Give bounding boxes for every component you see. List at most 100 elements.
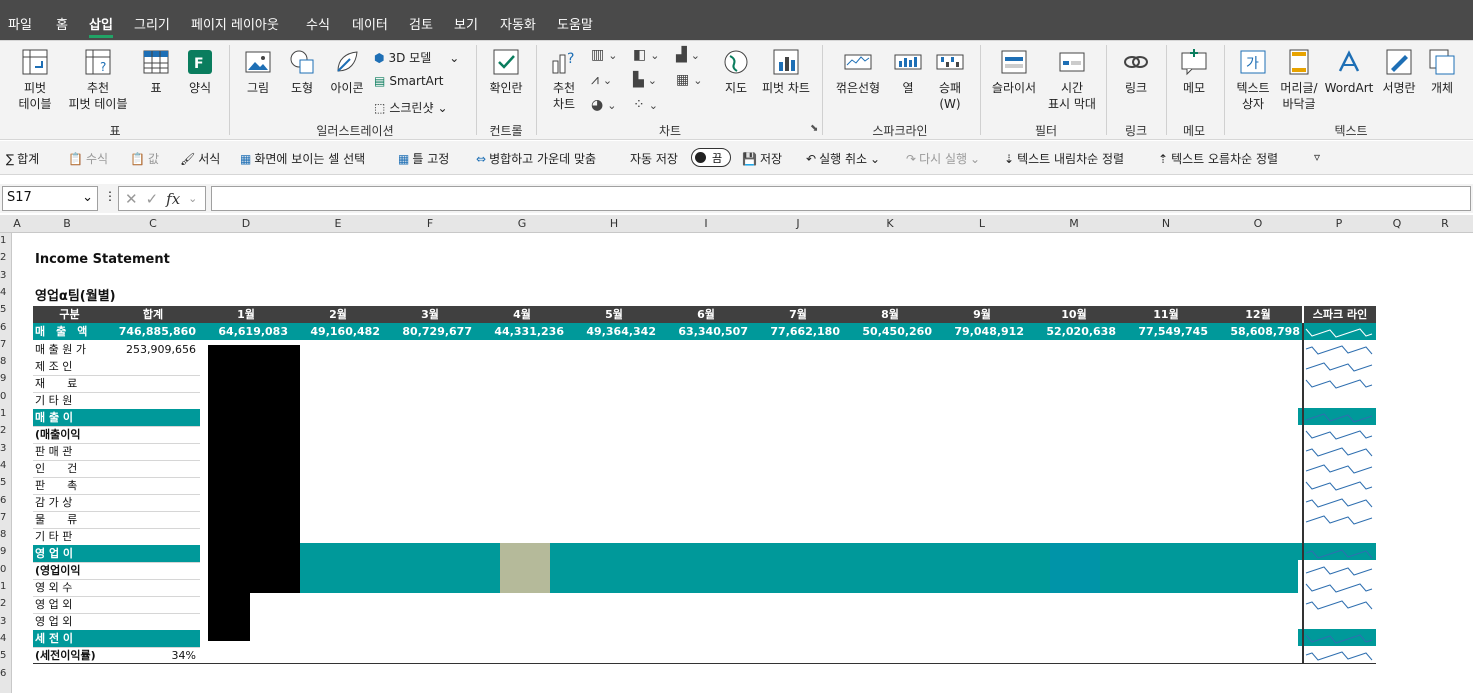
header-footer-button[interactable]: 머리글/ 바닥글 — [1276, 47, 1322, 112]
column-header-g[interactable]: G — [476, 217, 568, 230]
name-box[interactable]: S17 ⌄ — [2, 186, 98, 211]
row-header[interactable]: 1 — [0, 235, 6, 246]
column-header-d[interactable]: D — [200, 217, 292, 230]
tab-data[interactable]: 데이터 — [352, 14, 388, 33]
3d-model-button[interactable]: ⬢ 3D 모델 ⌄ — [374, 49, 459, 66]
column-header-r[interactable]: R — [1420, 217, 1470, 230]
row-header[interactable]: 3 — [0, 616, 6, 627]
column-header-o[interactable]: O — [1212, 217, 1304, 230]
row-header[interactable]: 8 — [0, 356, 6, 367]
row-header[interactable]: 3 — [0, 270, 6, 281]
confirm-icon[interactable]: ✓ — [146, 190, 159, 208]
merge-center-button[interactable]: ⇔ 병합하고 가운데 맞춤 — [476, 150, 596, 167]
column-chart-button[interactable]: ▥ ⌄ — [591, 47, 617, 63]
row-header[interactable]: 0 — [0, 564, 6, 575]
redo-button[interactable]: ↷ 다시 실행 ⌄ — [906, 150, 980, 167]
timeline-button[interactable]: 시간 표시 막대 — [1044, 47, 1100, 112]
row-header[interactable]: 6 — [0, 668, 6, 679]
row-header[interactable]: 2 — [0, 252, 6, 263]
hierarchy-chart-button[interactable]: ◧ ⌄ — [633, 47, 659, 63]
waterfall-chart-button[interactable]: ▟ ⌄ — [676, 47, 700, 63]
paste-format-button[interactable]: 🖌 서식 — [180, 150, 220, 167]
pivot-table-button[interactable]: 피벗 테이블 — [10, 47, 60, 112]
paste-value-button[interactable]: 📋 값 — [130, 150, 159, 167]
column-header-c[interactable]: C — [106, 217, 200, 230]
tab-formulas[interactable]: 수식 — [306, 14, 330, 33]
row-header[interactable]: 3 — [0, 443, 6, 454]
sparkline-winloss-button[interactable]: 승패 (W) — [932, 47, 968, 112]
tab-review[interactable]: 검토 — [409, 14, 433, 33]
row-header[interactable]: 9 — [0, 546, 6, 557]
recommended-pivot-button[interactable]: ? 추천 피벗 테이블 — [66, 47, 130, 112]
slicer-button[interactable]: 슬라이서 — [986, 47, 1042, 96]
row-header[interactable]: 6 — [0, 495, 6, 506]
tab-draw[interactable]: 그리기 — [134, 14, 170, 33]
row-header[interactable]: 4 — [0, 287, 6, 298]
column-header-l[interactable]: L — [936, 217, 1028, 230]
shapes-button[interactable]: 도형 — [282, 47, 322, 96]
row-header[interactable]: 1 — [0, 581, 6, 592]
row-header[interactable]: 8 — [0, 529, 6, 540]
pivot-chart-button[interactable]: 피벗 차트 — [758, 47, 814, 96]
column-header-k[interactable]: K — [844, 217, 936, 230]
row-header[interactable]: 1 — [0, 408, 6, 419]
screenshot-button[interactable]: ⬚ 스크린샷 ⌄ — [374, 99, 448, 116]
formula-input[interactable] — [211, 186, 1471, 211]
column-header-i[interactable]: I — [660, 217, 752, 230]
freeze-panes-button[interactable]: ▦ 틀 고정 — [398, 150, 449, 167]
undo-button[interactable]: ↶ 실행 취소 ⌄ — [806, 150, 880, 167]
sum-button[interactable]: ∑ 합계 — [6, 150, 39, 167]
recommended-charts-button[interactable]: ? 추천 차트 — [544, 47, 584, 112]
sparkline-line-button[interactable]: 꺾은선형 — [830, 47, 886, 96]
pictures-button[interactable]: 그림 — [238, 47, 278, 96]
tab-insert[interactable]: 삽입 — [89, 14, 113, 38]
worksheet-grid[interactable]: Income Statement 영업α팀(월별) 구분 합계 1월 2월 3월 4월… — [12, 233, 1473, 693]
signature-line-button[interactable]: 서명란 — [1376, 47, 1422, 96]
function-icon[interactable]: fx — [166, 190, 180, 208]
column-header-n[interactable]: N — [1120, 217, 1212, 230]
tab-view[interactable]: 보기 — [454, 14, 478, 33]
row-header[interactable]: 6 — [0, 322, 6, 333]
tab-help[interactable]: 도움말 — [557, 14, 593, 33]
scatter-chart-button[interactable]: ⁘ ⌄ — [633, 97, 658, 113]
icons-button[interactable]: 아이콘 — [324, 47, 370, 96]
row-header[interactable]: 5 — [0, 650, 6, 661]
comment-button[interactable]: 메모 — [1172, 47, 1216, 96]
row-header[interactable]: 2 — [0, 598, 6, 609]
row-header[interactable]: 7 — [0, 339, 6, 350]
statistic-chart-button[interactable]: ▙ ⌄ — [633, 72, 657, 88]
forms-button[interactable]: F 양식 — [182, 47, 218, 96]
combo-chart-button[interactable]: ▦ ⌄ — [676, 72, 702, 88]
column-header-p[interactable]: P — [1304, 217, 1374, 230]
sparkline-column-button[interactable]: 열 — [890, 47, 926, 96]
paste-formula-button[interactable]: 📋 수식 — [68, 150, 108, 167]
autosave-toggle[interactable]: 끔 — [691, 148, 731, 167]
column-header-b[interactable]: B — [22, 217, 112, 230]
smartart-button[interactable]: ▤ SmartArt — [374, 74, 444, 88]
sort-descending-button[interactable]: ⇣ 텍스트 내림차순 정렬 — [1004, 150, 1124, 167]
row-header[interactable]: 7 — [0, 512, 6, 523]
line-chart-button[interactable]: ⩘ ⌄ — [591, 72, 612, 88]
row-header[interactable]: 9 — [0, 373, 6, 384]
customize-qat-icon[interactable]: ▿ — [1314, 150, 1320, 164]
column-header-e[interactable]: E — [292, 217, 384, 230]
table-button[interactable]: 표 — [138, 47, 174, 96]
row-header[interactable]: 4 — [0, 633, 6, 644]
tab-home[interactable]: 홈 — [56, 14, 68, 33]
sort-ascending-button[interactable]: ⇡ 텍스트 오름차순 정렬 — [1158, 150, 1278, 167]
row-header[interactable]: 5 — [0, 477, 6, 488]
tab-page-layout[interactable]: 페이지 레이아웃 — [191, 14, 279, 33]
select-visible-cells-button[interactable]: ▦ 화면에 보이는 셀 선택 — [240, 150, 365, 167]
tab-automate[interactable]: 자동화 — [500, 14, 536, 33]
cancel-icon[interactable]: ✕ — [125, 190, 138, 208]
more-options-icon[interactable]: ⋮ — [104, 189, 116, 203]
column-header-q[interactable]: Q — [1374, 217, 1420, 230]
link-button[interactable]: 링크 — [1114, 47, 1158, 96]
maps-button[interactable]: 지도 — [716, 47, 756, 96]
column-header-f[interactable]: F — [384, 217, 476, 230]
tab-file[interactable]: 파일 — [8, 14, 32, 33]
column-header-a[interactable]: A — [12, 217, 22, 230]
row-header[interactable]: 2 — [0, 425, 6, 436]
textbox-button[interactable]: 가 텍스트 상자 — [1230, 47, 1276, 112]
save-button[interactable]: 💾 저장 — [742, 150, 782, 167]
